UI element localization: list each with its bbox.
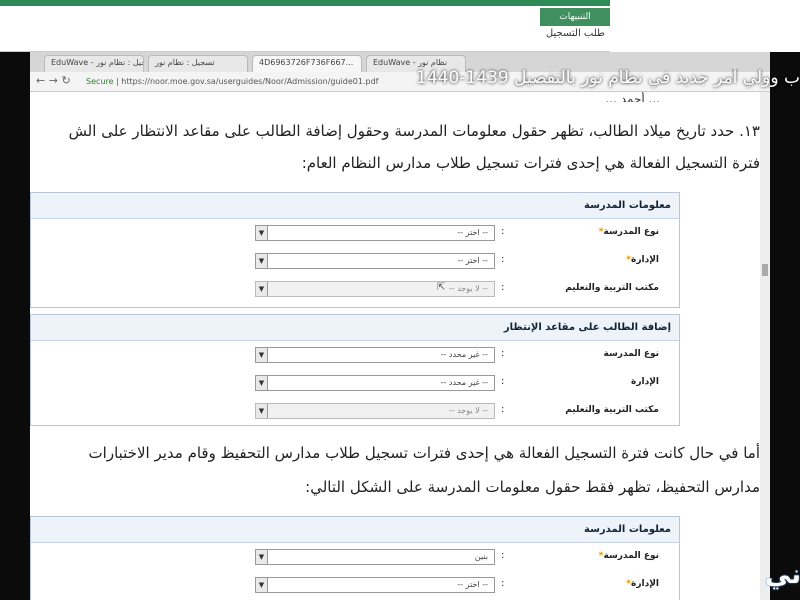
colon: : xyxy=(501,226,505,237)
waiting-administration-select[interactable]: ▼ -- غير محدد -- xyxy=(255,375,495,391)
school-type-select-2[interactable]: ▼ بنين xyxy=(255,549,495,565)
field-label: الإدارة* xyxy=(626,579,659,589)
video-frame-edge xyxy=(770,92,800,600)
chevron-down-icon[interactable]: ▼ xyxy=(256,578,268,592)
url-text: https://noor.moe.gov.sa/userguides/Noor/… xyxy=(121,77,379,86)
colon: : xyxy=(501,550,505,561)
form-row: الإدارة* : ▼ -- اختر -- xyxy=(31,571,679,599)
waiting-seats-form: إضافة الطالب على مقاعد الإنتظار نوع المد… xyxy=(30,314,680,426)
form-row: مكتب التربية والتعليم : ▼ -- لا يوجد -- xyxy=(31,397,679,425)
scrollbar[interactable] xyxy=(760,92,770,600)
video-title: ب وولي أمر جديد في نظام نور بالتفصيل 143… xyxy=(416,68,800,88)
chevron-down-icon[interactable]: ▼ xyxy=(256,376,268,390)
form-row: نوع المدرسة* : ▼ -- اختر -- xyxy=(31,219,679,247)
browser-tab-active[interactable]: 4D6963726F736F667... xyxy=(252,55,362,72)
top-green-bar xyxy=(0,0,610,6)
nav-buttons: ← → ↻ xyxy=(36,74,71,87)
paragraph-else: أما في حال كانت فترة التسجيل الفعالة هي … xyxy=(88,444,760,462)
back-icon[interactable]: ← xyxy=(36,74,45,87)
chevron-down-icon[interactable]: ▼ xyxy=(256,254,268,268)
administration-select[interactable]: ▼ -- اختر -- xyxy=(255,253,495,269)
colon: : xyxy=(501,578,505,589)
waiting-education-office-select[interactable]: ▼ -- لا يوجد -- xyxy=(255,403,495,419)
colon: : xyxy=(501,404,505,415)
form-title: معلومات المدرسة xyxy=(31,517,679,543)
form-row: الإدارة* : ▼ -- اختر -- xyxy=(31,247,679,275)
colon: : xyxy=(501,376,505,387)
field-label: نوع المدرسة xyxy=(603,349,660,359)
reload-icon[interactable]: ↻ xyxy=(61,74,70,87)
field-label: نوع المدرسة* xyxy=(598,551,659,561)
waiting-school-type-select[interactable]: ▼ -- غير محدد -- xyxy=(255,347,495,363)
registration-request-link[interactable]: طلب التسجيل xyxy=(520,28,605,44)
field-label: مكتب التربية والتعليم xyxy=(565,283,659,293)
forward-icon[interactable]: → xyxy=(49,74,58,87)
chevron-down-icon[interactable]: ▼ xyxy=(256,282,268,296)
chevron-down-icon[interactable]: ▼ xyxy=(256,404,268,418)
cut-off-text: ... أحمد ... xyxy=(605,92,660,102)
form-row: نوع المدرسة* : ▼ بنين xyxy=(31,543,679,571)
school-info-form-2: معلومات المدرسة نوع المدرسة* : ▼ بنين الإ… xyxy=(30,516,680,600)
field-label: الإدارة* xyxy=(626,255,659,265)
background-page xyxy=(0,0,610,52)
school-type-select[interactable]: ▼ -- اختر -- xyxy=(255,225,495,241)
channel-logo: ني xyxy=(765,560,800,590)
school-info-form: معلومات المدرسة نوع المدرسة* : ▼ -- اختر … xyxy=(30,192,680,308)
paragraph-else-cont: مدارس التحفيظ، تظهر فقط حقول معلومات الم… xyxy=(305,478,760,496)
notifications-tab[interactable]: التنبيهات xyxy=(540,8,610,26)
mouse-cursor-icon: ⇱ xyxy=(437,282,446,293)
form-title: إضافة الطالب على مقاعد الإنتظار xyxy=(31,315,679,341)
browser-tab[interactable]: EduWave - تسجيل : نظام نور xyxy=(44,55,144,72)
white-panel xyxy=(610,0,800,52)
field-label: الإدارة xyxy=(631,377,659,387)
education-office-select[interactable]: ▼ -- لا يوجد -- xyxy=(255,281,495,297)
chevron-down-icon[interactable]: ▼ xyxy=(256,348,268,362)
field-label: مكتب التربية والتعليم xyxy=(565,405,659,415)
field-label: نوع المدرسة* xyxy=(598,227,659,237)
form-title: معلومات المدرسة xyxy=(31,193,679,219)
colon: : xyxy=(501,282,505,293)
colon: : xyxy=(501,348,505,359)
scrollbar-thumb[interactable] xyxy=(762,264,768,276)
chevron-down-icon[interactable]: ▼ xyxy=(256,226,268,240)
form-row: نوع المدرسة : ▼ -- غير محدد -- xyxy=(31,341,679,369)
paragraph-13: ١٣. حدد تاريخ ميلاد الطالب، تظهر حقول مع… xyxy=(68,122,760,140)
form-row: مكتب التربية والتعليم : ▼ -- لا يوجد -- ⇱ xyxy=(31,275,679,303)
browser-tab[interactable]: تسجيل : نظام نور xyxy=(148,55,248,72)
paragraph-13-cont: فترة التسجيل الفعالة هي إحدى فترات تسجيل… xyxy=(301,154,760,172)
colon: : xyxy=(501,254,505,265)
form-row: الإدارة : ▼ -- غير محدد -- xyxy=(31,369,679,397)
secure-label: Secure xyxy=(86,77,114,86)
chevron-down-icon[interactable]: ▼ xyxy=(256,550,268,564)
administration-select-2[interactable]: ▼ -- اختر -- xyxy=(255,577,495,593)
